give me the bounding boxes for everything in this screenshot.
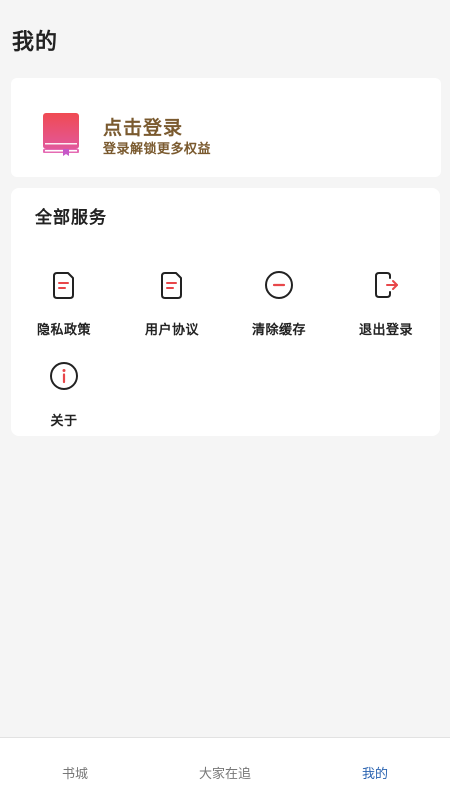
tab-trending[interactable]: 大家在追 <box>150 763 300 782</box>
service-label: 隐私政策 <box>36 323 91 338</box>
clear-cache-button[interactable]: 清除缓存 <box>229 269 329 349</box>
service-label: 关于 <box>50 414 78 429</box>
services-card: 全部服务 隐私政策 用户协议 清除缓存 退出登录 关于 <box>11 188 440 436</box>
document-icon <box>53 272 74 299</box>
login-card[interactable]: 点击登录 登录解锁更多权益 <box>11 78 441 177</box>
login-subtitle: 登录解锁更多权益 <box>103 142 212 157</box>
privacy-policy-button[interactable]: 隐私政策 <box>14 269 114 349</box>
info-icon <box>50 362 78 390</box>
user-agreement-button[interactable]: 用户协议 <box>122 269 222 349</box>
services-title: 全部服务 <box>35 208 107 228</box>
bottom-tab-bar: 书城 大家在追 我的 <box>0 737 450 801</box>
service-label: 用户协议 <box>144 323 199 338</box>
service-label: 清除缓存 <box>251 323 306 338</box>
service-label: 退出登录 <box>358 323 413 338</box>
login-title[interactable]: 点击登录 <box>103 113 183 140</box>
document-icon <box>161 272 182 299</box>
page-title: 我的 <box>12 30 59 55</box>
logout-icon <box>375 272 398 298</box>
minus-circle-icon <box>265 271 293 299</box>
logout-button[interactable]: 退出登录 <box>336 269 436 349</box>
about-button[interactable]: 关于 <box>14 360 114 440</box>
book-icon <box>43 113 79 156</box>
tab-bookstore[interactable]: 书城 <box>0 763 150 782</box>
tab-mine[interactable]: 我的 <box>300 763 450 782</box>
